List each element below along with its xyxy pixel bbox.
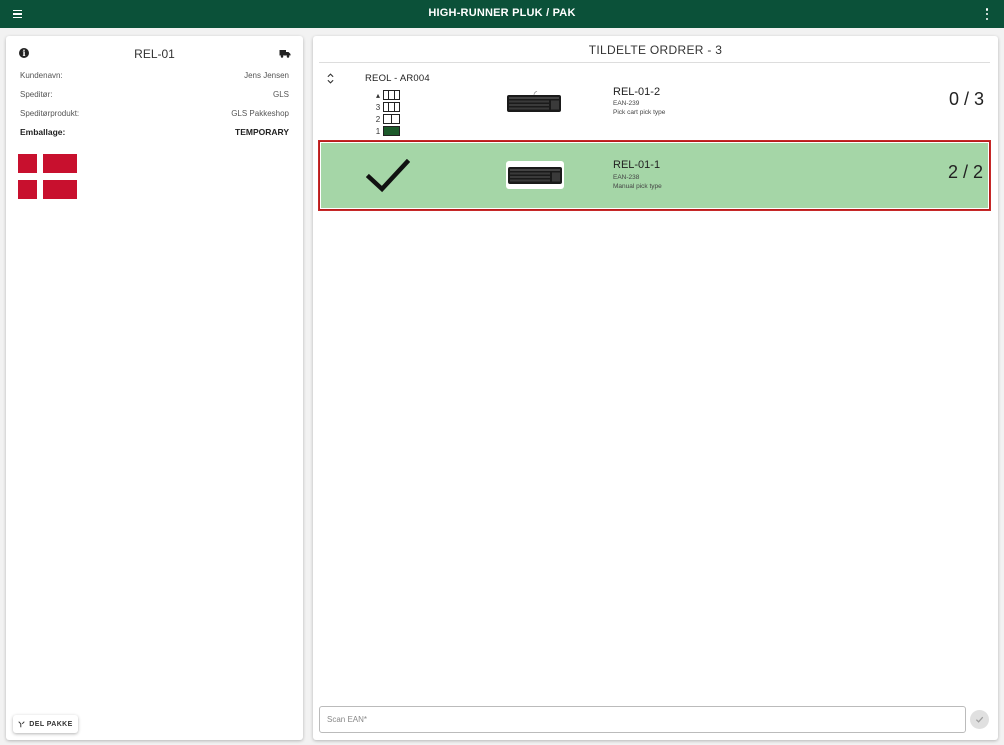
order-line-item-completed[interactable]: REL-01-1 EAN-238 Manual pick type 2 / 2 [318, 140, 991, 211]
app-title: HIGH-RUNNER PLUK / PAK [428, 7, 576, 19]
submit-scan-button[interactable] [970, 710, 989, 729]
carrier-product-row: Speditørprodukt: GLS Pakkeshop [20, 109, 289, 118]
keyboard-image [507, 91, 561, 112]
carrier-product-value: GLS Pakkeshop [231, 109, 289, 118]
scan-ean-input[interactable] [319, 706, 966, 733]
customer-name-label: Kundenavn: [20, 71, 63, 80]
customer-name-row: Kundenavn: Jens Jensen [20, 71, 289, 80]
split-package-button[interactable]: DEL PAKKE [13, 715, 78, 733]
order-line-item[interactable]: REL-01-2 EAN-239 Pick cart pick type 0 /… [319, 81, 990, 139]
split-icon [18, 720, 25, 727]
carrier-label: Speditør: [20, 90, 53, 99]
keyboard-image [508, 167, 562, 184]
truck-icon[interactable] [279, 49, 291, 58]
divider [319, 62, 990, 63]
carrier-row: Speditør: GLS [20, 90, 289, 99]
assigned-orders-panel: TILDELTE ORDRER - 3 REOL - AR004 ▴ 3 2 1 [313, 36, 998, 740]
item-pick-type: Pick cart pick type [613, 109, 666, 116]
customer-name-value: Jens Jensen [244, 71, 289, 80]
order-id: REL-01 [134, 47, 175, 61]
split-package-label: DEL PAKKE [29, 720, 73, 728]
packaging-value: TEMPORARY [235, 127, 289, 137]
carrier-product-label: Speditørprodukt: [20, 109, 80, 118]
check-icon [975, 716, 984, 723]
checkmark-icon [366, 159, 410, 193]
carrier-value: GLS [272, 90, 289, 99]
item-ean: EAN-239 [613, 100, 640, 107]
order-details-panel: i REL-01 Kundenavn: Jens Jensen Speditør… [6, 36, 303, 740]
item-count: 2 / 2 [947, 162, 983, 182]
item-name: REL-01-1 [613, 159, 661, 171]
app-bar: HIGH-RUNNER PLUK / PAK [0, 0, 1004, 28]
item-ean: EAN-238 [613, 174, 640, 181]
item-count: 0 / 3 [948, 89, 984, 109]
keyboard-image-frame [506, 161, 564, 189]
packaging-label: Emballage: [20, 127, 66, 137]
packaging-row: Emballage: TEMPORARY [20, 127, 289, 137]
more-options-icon[interactable] [984, 8, 990, 20]
item-name: REL-01-2 [613, 86, 661, 98]
assigned-orders-title: TILDELTE ORDRER - 3 [588, 43, 723, 57]
denmark-flag-icon [18, 154, 77, 199]
item-pick-type: Manual pick type [613, 183, 662, 190]
